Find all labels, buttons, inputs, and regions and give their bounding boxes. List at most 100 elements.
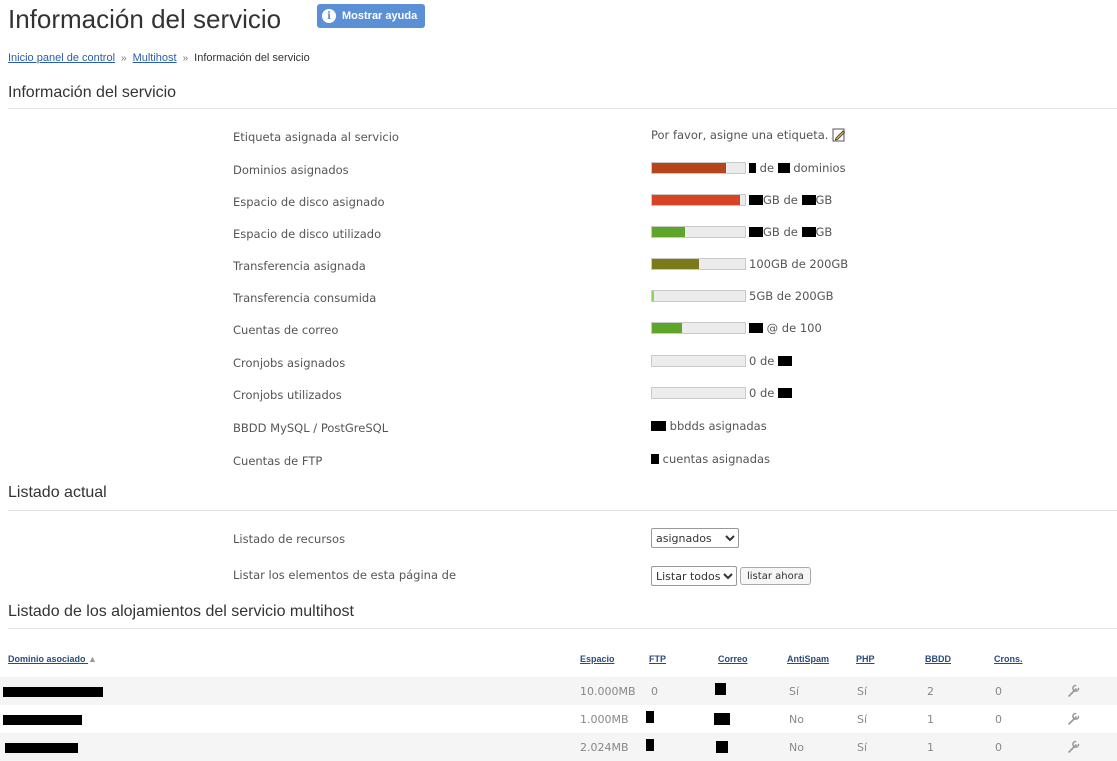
column-header-domain[interactable]: Dominio asociado ▲ [8,654,97,664]
breadcrumb-separator: » [121,53,127,64]
column-header-crons[interactable]: Crons. [994,654,1023,664]
column-header-php[interactable]: PHP [856,654,875,664]
help-button-label: Mostrar ayuda [342,10,418,22]
column-header-mail[interactable]: Correo [718,654,748,664]
redacted-block [778,388,793,398]
progress-bar [651,258,746,270]
value-text: GB [815,193,833,207]
redacted-block [749,227,763,237]
value-text: de [759,161,775,175]
label-transfer-consumed: Transferencia consumida [233,291,377,305]
cell-bbdd: 1 [927,713,934,726]
sort-asc-icon: ▲ [88,654,97,664]
value-mail-accounts: @ de 100 [651,321,822,335]
breadcrumb-home[interactable]: Inicio panel de control [8,52,115,64]
label-assigned-domains: Dominios asignados [233,163,349,177]
value-assigned-domains: de dominios [651,161,846,175]
divider [8,108,1117,109]
redacted-block [651,454,659,464]
value-text: 0 de [749,354,775,368]
table-row[interactable]: 2.024MB No Sí 1 0 [0,733,1117,761]
progress-fill [652,163,727,173]
progress-fill [652,259,699,269]
value-transfer-consumed: 5GB de 200GB [651,289,834,303]
value-databases: bbdds asignadas [651,419,767,433]
edit-icon[interactable] [832,128,846,142]
divider [8,510,1117,511]
redacted-block [646,711,654,723]
column-header-space[interactable]: Espacio [580,654,615,664]
resource-listing-control: asignados [651,528,739,548]
redacted-domain[interactable] [3,715,82,725]
progress-fill [652,195,741,205]
wrench-icon[interactable] [1066,682,1082,698]
progress-bar [651,226,746,238]
redacted-domain[interactable] [5,743,78,753]
value-service-tag: Por favor, asigne una etiqueta. [651,128,846,142]
section-title-listing: Listado actual [8,484,107,501]
column-header-bbdd[interactable]: BBDD [925,654,951,664]
redacted-block [646,739,654,751]
service-tag-text: Por favor, asigne una etiqueta. [651,128,829,142]
redacted-block [777,163,790,173]
progress-fill [652,291,655,301]
value-text: dominios [793,161,846,175]
progress-fill [652,323,682,333]
table-row[interactable]: 1.000MB No Sí 1 0 [0,705,1117,733]
redacted-block [801,227,816,237]
redacted-block [714,713,730,725]
column-header-antispam[interactable]: AntiSpam [787,654,829,664]
list-elements-select[interactable]: Listar todos [651,566,737,586]
redacted-block [801,195,816,205]
value-text: GB de [763,193,798,207]
label-ftp-accounts: Cuentas de FTP [233,454,323,468]
value-text: GB [815,225,833,239]
redacted-block [715,683,726,695]
value-text: 5GB de 200GB [749,289,834,303]
value-text: GB de [763,225,798,239]
progress-bar [651,322,746,334]
cell-antispam: Sí [789,685,800,698]
label-transfer-assigned: Transferencia asignada [233,259,366,273]
cell-crons: 0 [995,685,1002,698]
label-list-elements: Listar los elementos de esta página de [233,568,457,582]
redacted-block [749,323,763,333]
progress-bar [651,387,746,399]
breadcrumb-multihost[interactable]: Multihost [133,52,177,64]
breadcrumb: Inicio panel de control » Multihost » Inform… [8,52,310,64]
redacted-block [778,356,793,366]
cell-bbdd: 2 [927,685,934,698]
cell-php: Sí [857,685,868,698]
value-cron-assigned: 0 de [651,354,793,368]
label-mail-accounts: Cuentas de correo [233,323,339,337]
progress-bar [651,290,746,302]
value-disk-assigned: GB de GB [651,193,832,207]
progress-bar [651,194,746,206]
cell-antispam: No [789,713,804,726]
list-now-button[interactable]: listar ahora [740,567,811,585]
label-disk-used: Espacio de disco utilizado [233,227,382,241]
label-cron-used: Cronjobs utilizados [233,388,342,402]
resource-listing-select[interactable]: asignados [651,528,739,548]
help-button[interactable]: i Mostrar ayuda [317,4,426,28]
label-disk-assigned: Espacio de disco asignado [233,195,385,209]
wrench-icon[interactable] [1066,738,1082,754]
value-text: 0 de [749,386,775,400]
label-databases: BBDD MySQL / PostGreSQL [233,421,389,435]
column-header-ftp[interactable]: FTP [649,654,666,664]
cell-space: 10.000MB [580,685,636,698]
cell-ftp: 0 [651,685,658,698]
cell-space: 1.000MB [580,713,629,726]
value-ftp-accounts: cuentas asignadas [651,452,770,466]
cell-crons: 0 [995,741,1002,754]
progress-bar [651,355,746,367]
section-title-info: Información del servicio [8,84,177,101]
value-disk-used: GB de GB [651,225,832,239]
cell-antispam: No [789,741,804,754]
wrench-icon[interactable] [1066,710,1082,726]
redacted-domain[interactable] [3,687,103,697]
table-row[interactable]: 10.000MB 0 Sí Sí 2 0 [0,677,1117,705]
redacted-block [749,195,763,205]
page-title: Información del servicio [8,4,282,34]
progress-fill [652,227,685,237]
